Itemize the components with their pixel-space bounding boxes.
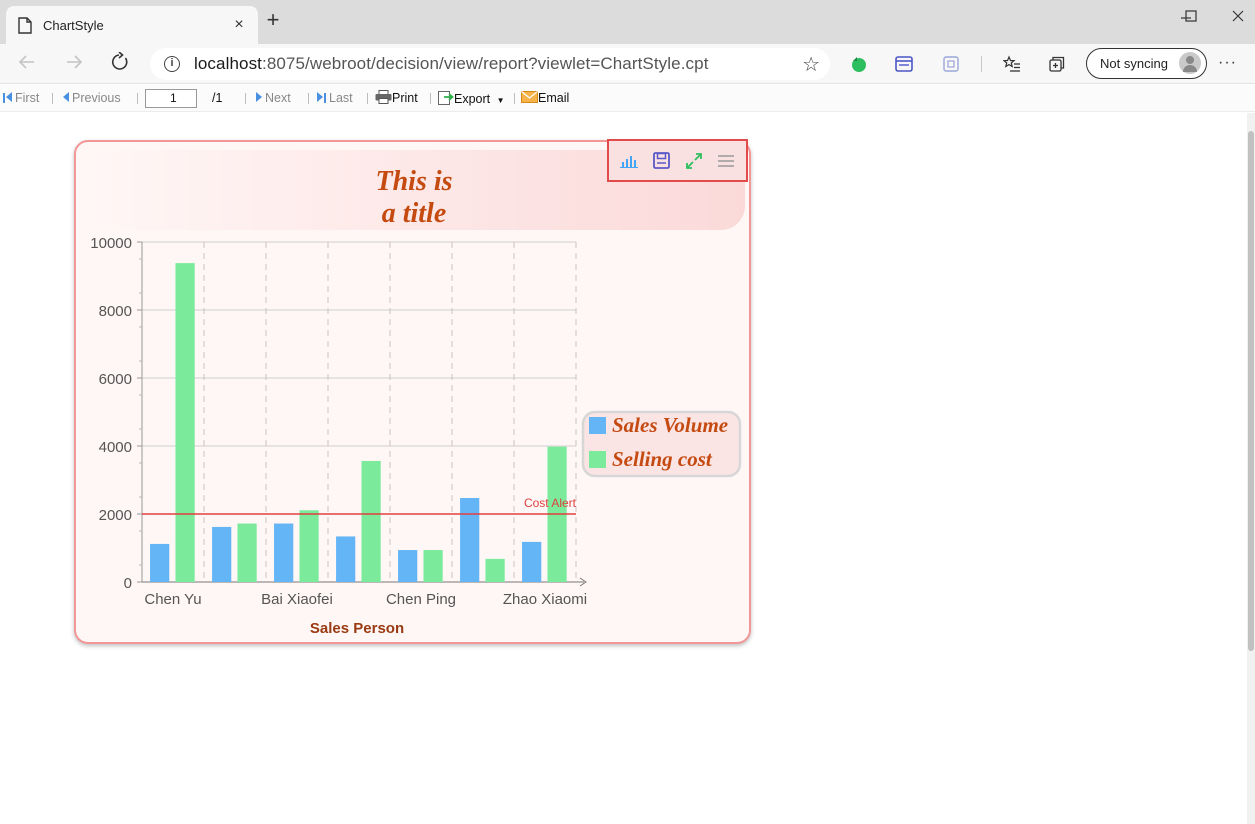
- page-total: /1: [212, 91, 223, 105]
- printer-icon: [375, 90, 392, 104]
- address-url: localhost:8075/webroot/decision/view/rep…: [194, 54, 709, 74]
- new-tab-button[interactable]: +: [262, 9, 284, 32]
- url-path: :8075/webroot/decision/view/report?viewl…: [262, 54, 709, 73]
- favorite-star-icon[interactable]: ☆: [802, 52, 820, 77]
- sync-button[interactable]: Not syncing: [1086, 48, 1207, 79]
- separator: [52, 93, 53, 104]
- last-page-button[interactable]: Last: [317, 90, 353, 108]
- favorites-icon[interactable]: [1002, 55, 1021, 73]
- email-label: Email: [538, 91, 570, 105]
- next-page-button[interactable]: Next: [256, 90, 291, 108]
- print-button[interactable]: Print: [375, 90, 418, 108]
- reader-icon[interactable]: [895, 55, 913, 73]
- previous-page-button[interactable]: Previous: [63, 90, 121, 108]
- print-label: Print: [392, 91, 418, 105]
- page-number-input[interactable]: 1: [145, 89, 197, 108]
- url-host: localhost: [194, 54, 262, 73]
- first-label: First: [15, 91, 40, 105]
- previous-label: Previous: [72, 91, 121, 105]
- tab-title: ChartStyle: [43, 17, 104, 33]
- close-window-button[interactable]: [1223, 6, 1253, 28]
- next-label: Next: [265, 91, 291, 105]
- maximize-button[interactable]: [1176, 6, 1206, 28]
- browser-toolbar: i localhost:8075/webroot/decision/view/r…: [0, 44, 1255, 84]
- toolbar-divider: [981, 56, 982, 72]
- menu-icon[interactable]: [714, 149, 738, 173]
- separator: [367, 93, 368, 104]
- email-button[interactable]: Email: [521, 90, 569, 108]
- collections-icon[interactable]: [1048, 55, 1066, 73]
- separator: [245, 93, 246, 104]
- back-arrow-icon[interactable]: [14, 52, 40, 76]
- vertical-scrollbar[interactable]: [1247, 113, 1255, 824]
- info-icon[interactable]: i: [164, 56, 180, 72]
- chart-container: [74, 140, 751, 644]
- forward-arrow-icon[interactable]: [61, 52, 87, 76]
- page-icon: [18, 16, 32, 34]
- sync-label: Not syncing: [1100, 56, 1168, 71]
- last-label: Last: [329, 91, 353, 105]
- export-icon: [438, 91, 454, 105]
- export-label: Export: [454, 92, 491, 106]
- tab-close-button[interactable]: ×: [228, 16, 250, 34]
- separator: [308, 93, 309, 104]
- export-button[interactable]: Export ▼: [438, 90, 505, 108]
- separator: [430, 93, 431, 104]
- avatar: [1179, 52, 1201, 74]
- report-toolbar: First Previous 1 /1 Next Last Print Expo…: [0, 85, 1255, 112]
- bar-chart-icon[interactable]: [617, 149, 641, 173]
- fullscreen-icon[interactable]: [682, 149, 706, 173]
- first-page-button[interactable]: First: [3, 90, 39, 108]
- address-bar[interactable]: i localhost:8075/webroot/decision/view/r…: [150, 48, 830, 80]
- separator: [137, 93, 138, 104]
- extension-icon[interactable]: [942, 55, 960, 73]
- more-menu-icon[interactable]: ···: [1218, 54, 1237, 72]
- evernote-icon[interactable]: [850, 55, 868, 73]
- save-icon[interactable]: [649, 149, 673, 173]
- chart-tools-toolbar: [607, 139, 748, 182]
- email-icon: [521, 91, 538, 103]
- refresh-icon[interactable]: [107, 51, 133, 76]
- browser-tab-strip: ChartStyle × +: [0, 0, 1255, 44]
- browser-tab[interactable]: ChartStyle ×: [6, 6, 258, 44]
- scrollbar-thumb[interactable]: [1248, 131, 1254, 651]
- chevron-down-icon: ▼: [496, 96, 505, 105]
- separator: [514, 93, 515, 104]
